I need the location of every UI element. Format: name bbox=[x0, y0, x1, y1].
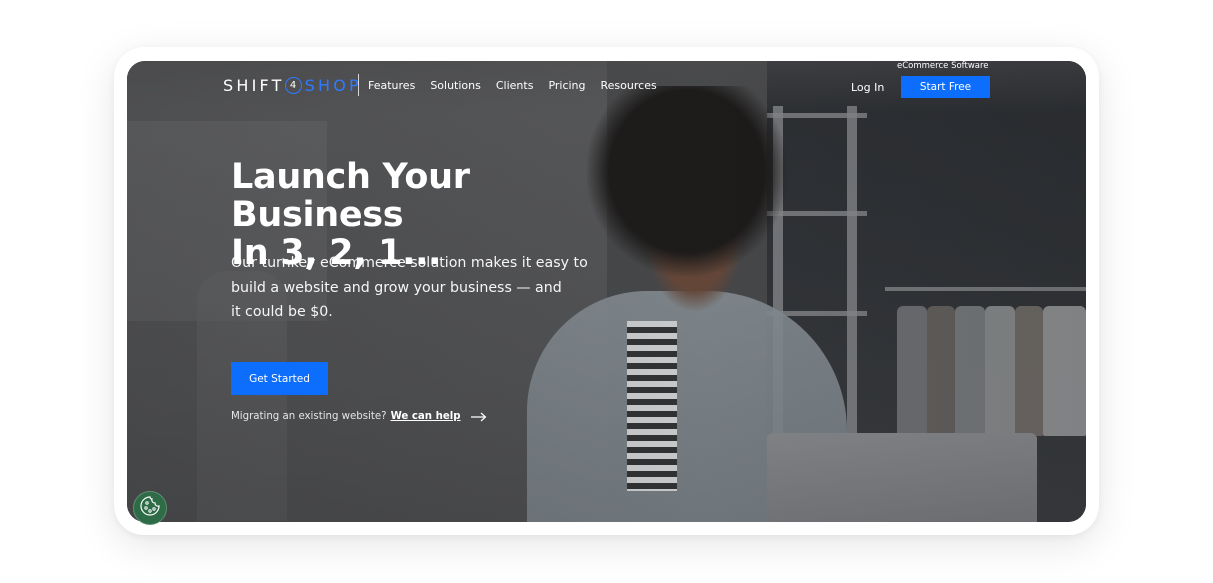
logo-shop: SHOP bbox=[304, 75, 362, 95]
cookie-icon bbox=[139, 495, 161, 522]
hero-section: SHIFT 4 SHOP Features Solutions Clients … bbox=[127, 61, 1086, 522]
logo-divider bbox=[358, 74, 359, 96]
cookie-settings-button[interactable] bbox=[133, 491, 167, 525]
nav-pricing[interactable]: Pricing bbox=[548, 79, 585, 92]
subtext-line: it could be $0. bbox=[231, 304, 333, 320]
we-can-help-link[interactable]: We can help bbox=[391, 411, 461, 422]
logo-four-icon: 4 bbox=[284, 76, 302, 94]
logo[interactable]: SHIFT 4 SHOP bbox=[223, 75, 362, 95]
migrate-row: Migrating an existing website? We can he… bbox=[231, 411, 487, 422]
arrow-right-icon[interactable] bbox=[470, 412, 487, 422]
subtext-line: build a website and grow your business —… bbox=[231, 279, 562, 296]
get-started-button[interactable]: Get Started bbox=[231, 362, 328, 395]
nav-clients[interactable]: Clients bbox=[496, 79, 534, 92]
nav-solutions[interactable]: Solutions bbox=[430, 79, 481, 92]
nav-resources[interactable]: Resources bbox=[601, 79, 657, 92]
logo-shift: SHIFT bbox=[223, 75, 285, 95]
subtext-line: Our turnkey eCommerce solution makes it … bbox=[231, 255, 588, 271]
tagline: eCommerce Software bbox=[897, 61, 989, 71]
nav-features[interactable]: Features bbox=[368, 79, 415, 92]
start-free-button[interactable]: Start Free bbox=[901, 76, 990, 98]
headline-line-1: Launch Your Business bbox=[231, 157, 470, 235]
main-nav: Features Solutions Clients Pricing Resou… bbox=[368, 79, 657, 92]
hero-subtext: Our turnkey eCommerce solution makes it … bbox=[231, 251, 588, 325]
migrate-text: Migrating an existing website? bbox=[231, 411, 387, 422]
login-link[interactable]: Log In bbox=[851, 81, 884, 94]
